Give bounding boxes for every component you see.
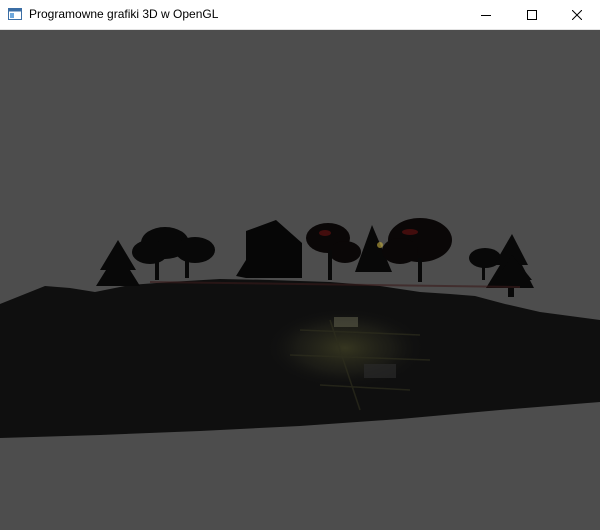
maximize-button[interactable]	[509, 0, 555, 29]
ground-tile	[334, 317, 358, 327]
minimize-icon	[481, 14, 491, 16]
3d-scene	[0, 218, 600, 438]
house-silhouette	[236, 220, 302, 278]
opengl-viewport[interactable]	[0, 30, 600, 530]
close-button[interactable]	[554, 0, 600, 29]
ground-tile	[364, 364, 396, 378]
app-window: Programowne grafiki 3D w OpenGL	[0, 0, 600, 530]
tree-group-center	[306, 218, 452, 282]
tree-group-left	[132, 227, 215, 280]
close-icon	[572, 9, 582, 20]
pine-tree-left	[96, 240, 140, 286]
minimize-button[interactable]	[463, 0, 509, 29]
window-title: Programowne grafiki 3D w OpenGL	[29, 7, 219, 21]
opengl-window-icon	[8, 8, 22, 20]
title-bar[interactable]: Programowne grafiki 3D w OpenGL	[0, 0, 600, 30]
maximize-icon	[527, 9, 537, 20]
